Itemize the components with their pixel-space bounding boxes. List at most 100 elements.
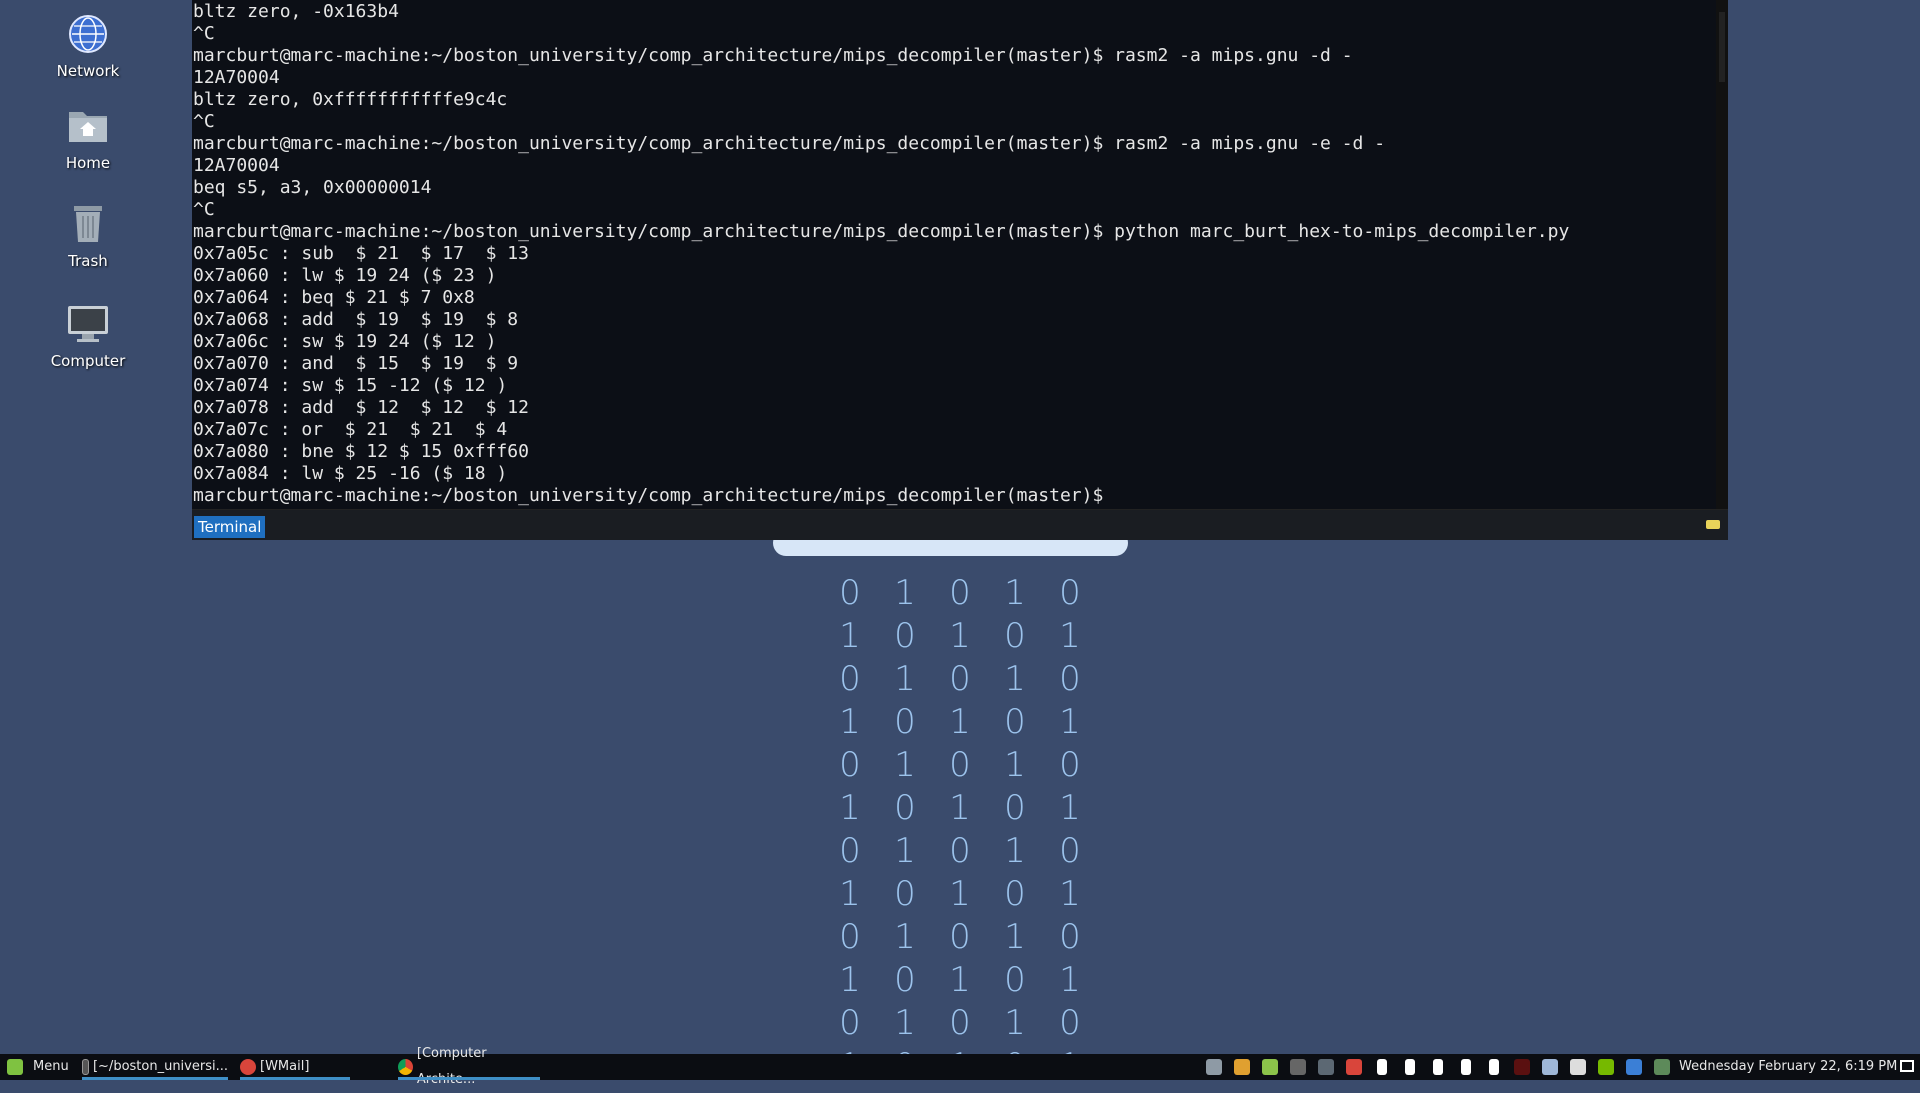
binary-row: 10101 <box>830 787 1090 830</box>
tab-terminal[interactable]: Terminal <box>194 516 266 538</box>
binary-digit: 0 <box>1059 917 1081 957</box>
terminal-line: ^C <box>193 111 215 132</box>
binary-digit: 1 <box>949 874 971 914</box>
binary-digit: 1 <box>1004 745 1026 785</box>
chrome-icon[interactable] <box>1234 1059 1250 1075</box>
binary-digit: 1 <box>1059 702 1081 742</box>
binary-digit: 0 <box>839 659 861 699</box>
wifi-icon[interactable] <box>1433 1059 1443 1075</box>
binary-digit: 0 <box>949 745 971 785</box>
taskbar-window-sublime[interactable]: [~/boston_universi... <box>82 1054 228 1080</box>
terminal-output[interactable]: bltz zero, -0x163b4 ^C marcburt@marc-machi… <box>193 0 1716 509</box>
binary-digit: 0 <box>1059 573 1081 613</box>
binary-digit: 0 <box>894 788 916 828</box>
user-icon[interactable] <box>1405 1059 1415 1075</box>
window-label: [WMail] <box>260 1059 310 1074</box>
binary-digit: 1 <box>839 874 861 914</box>
binary-digit: 1 <box>949 616 971 656</box>
binary-digit: 0 <box>1004 702 1026 742</box>
terminal-line: 12A70004 <box>193 155 280 176</box>
binary-digit: 0 <box>839 573 861 613</box>
notification-indicator-icon <box>1706 520 1720 529</box>
terminal-line: marcburt@marc-machine:~/boston_universit… <box>193 221 1570 242</box>
terminal-line: beq s5, a3, 0x00000014 <box>193 177 432 198</box>
terminal-line: 0x7a080 : bne $ 12 $ 15 0xfff60 <box>193 441 529 462</box>
vpn-shield-icon[interactable] <box>1542 1059 1558 1075</box>
binary-digit: 0 <box>1004 616 1026 656</box>
binary-digit: 0 <box>894 874 916 914</box>
binary-row: 01010 <box>830 572 1090 615</box>
binary-digit: 1 <box>894 745 916 785</box>
taskbar-window-wmail[interactable]: [WMail] <box>240 1054 350 1080</box>
settings-icon[interactable] <box>1318 1059 1334 1075</box>
battery-icon[interactable] <box>1489 1059 1499 1075</box>
terminal-line: 12A70004 <box>193 67 280 88</box>
terminal-line: bltz zero, -0x163b4 <box>193 1 399 22</box>
terminal-line: 0x7a070 : and $ 15 $ 19 $ 9 <box>193 353 519 374</box>
binary-digit: 1 <box>1059 960 1081 1000</box>
binary-digit: 1 <box>894 573 916 613</box>
terminal-line: ^C <box>193 23 215 44</box>
terminal-line: 0x7a07c : or $ 21 $ 21 $ 4 <box>193 419 508 440</box>
binary-digit: 0 <box>894 702 916 742</box>
scrollbar-thumb[interactable] <box>1719 12 1725 82</box>
binary-digit: 0 <box>949 573 971 613</box>
binary-digit: 0 <box>1004 874 1026 914</box>
update-manager-icon[interactable] <box>1654 1059 1670 1075</box>
menu-label: Menu <box>33 1059 69 1074</box>
sublime-text-icon[interactable] <box>1290 1059 1306 1075</box>
notifications-icon[interactable] <box>1514 1059 1530 1075</box>
binary-digit: 0 <box>949 831 971 871</box>
binary-digit: 0 <box>894 960 916 1000</box>
terminal-line: 0x7a05c : sub $ 21 $ 17 $ 13 <box>193 243 529 264</box>
terminal-icon[interactable] <box>1262 1059 1278 1075</box>
files-icon[interactable] <box>1206 1059 1222 1075</box>
menu-button[interactable]: Menu <box>7 1054 69 1080</box>
binary-digit: 0 <box>1059 745 1081 785</box>
terminal-line: marcburt@marc-machine:~/boston_universit… <box>193 45 1353 66</box>
terminal-line: 0x7a068 : add $ 19 $ 19 $ 8 <box>193 309 519 330</box>
show-desktop-icon[interactable] <box>1900 1060 1914 1072</box>
terminal-line: 0x7a064 : beq $ 21 $ 7 0x8 <box>193 287 475 308</box>
binary-digit: 0 <box>839 917 861 957</box>
window-label: [~/boston_universi... <box>92 1059 228 1074</box>
binary-digit: 1 <box>1004 573 1026 613</box>
binary-digit: 1 <box>839 616 861 656</box>
binary-row: 10101 <box>830 873 1090 916</box>
binary-digit: 1 <box>894 917 916 957</box>
terminal-line: marcburt@marc-machine:~/boston_universit… <box>193 485 1115 506</box>
binary-row: 01010 <box>830 916 1090 959</box>
binary-digit: 0 <box>949 1003 971 1043</box>
wmail-icon <box>240 1059 256 1075</box>
binary-row: 01010 <box>830 658 1090 701</box>
volume-icon[interactable] <box>1461 1059 1471 1075</box>
binary-row: 10101 <box>830 959 1090 1002</box>
terminal-scrollbar[interactable] <box>1716 0 1728 509</box>
binary-row: 01010 <box>830 830 1090 873</box>
binary-digit: 0 <box>1059 1003 1081 1043</box>
wmail-icon[interactable] <box>1346 1059 1362 1075</box>
binary-digit: 1 <box>839 788 861 828</box>
terminal-line: 0x7a078 : add $ 12 $ 12 $ 12 <box>193 397 529 418</box>
wallpaper-binary: 0101010101010101010101010101010101010101… <box>830 572 1090 1088</box>
dropbox-icon[interactable] <box>1570 1059 1586 1075</box>
taskbar-window-chrome[interactable]: [Computer Archite... <box>398 1046 540 1087</box>
trash-icon[interactable] <box>1377 1059 1387 1075</box>
nvidia-icon[interactable] <box>1598 1059 1614 1075</box>
binary-digit: 0 <box>1004 960 1026 1000</box>
bluetooth-icon[interactable] <box>1626 1059 1642 1075</box>
clock[interactable]: Wednesday February 22, 6:19 PM <box>1679 1054 1897 1080</box>
terminal-line: 0x7a060 : lw $ 19 24 ($ 23 ) <box>193 265 497 286</box>
terminal-line: 0x7a084 : lw $ 25 -16 ($ 18 ) <box>193 463 508 484</box>
binary-digit: 1 <box>1059 788 1081 828</box>
binary-digit: 0 <box>949 659 971 699</box>
binary-digit: 0 <box>949 917 971 957</box>
terminal-line: bltz zero, 0xfffffffffffe9c4c <box>193 89 508 110</box>
binary-row: 10101 <box>830 615 1090 658</box>
binary-digit: 1 <box>894 1003 916 1043</box>
binary-digit: 1 <box>1059 616 1081 656</box>
binary-digit: 0 <box>1059 659 1081 699</box>
binary-digit: 1 <box>949 788 971 828</box>
binary-digit: 0 <box>894 616 916 656</box>
terminal-window[interactable]: bltz zero, -0x163b4 ^C marcburt@marc-machi… <box>192 0 1728 540</box>
